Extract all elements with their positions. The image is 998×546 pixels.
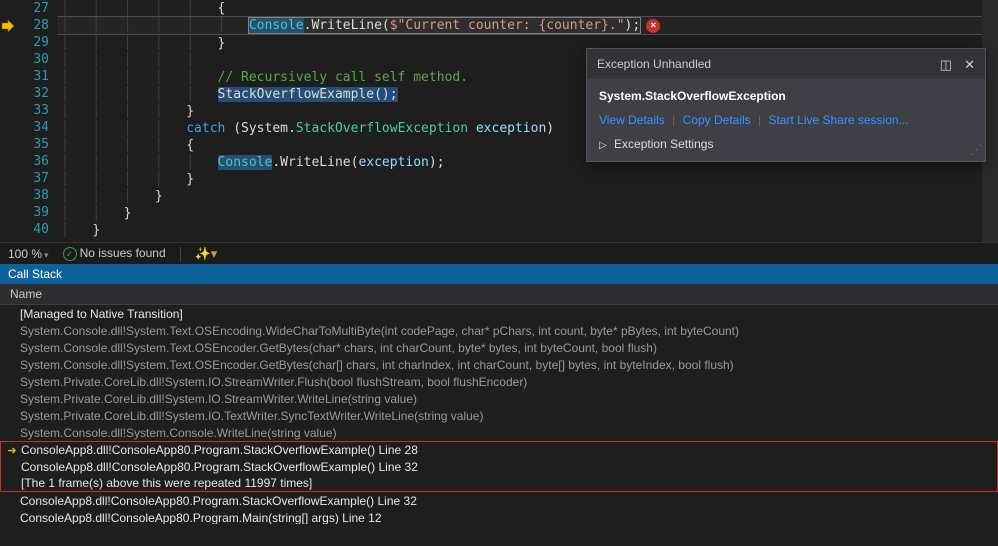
frame-indicator-icon: ➜: [5, 444, 19, 457]
line-number: 39: [19, 204, 49, 221]
local-var: exception: [476, 121, 546, 136]
brace-close: }: [124, 206, 132, 221]
line-number: 30: [19, 51, 49, 68]
stmt-end: );: [625, 18, 641, 33]
stack-frame-row[interactable]: ConsoleApp8.dll!ConsoleApp80.Program.Mai…: [0, 509, 998, 524]
line-number: 40: [19, 221, 49, 238]
stack-frame-text: ConsoleApp8.dll!ConsoleApp80.Program.Sta…: [19, 443, 418, 457]
stmt-end: );: [429, 155, 445, 170]
exception-settings-label: Exception Settings: [614, 137, 713, 151]
call-stack-column-header[interactable]: Name: [0, 284, 998, 305]
line-number: 33: [19, 102, 49, 119]
stack-frame-text: System.Private.CoreLib.dll!System.IO.Str…: [18, 392, 417, 406]
line-number-gutter: 2728293031323334353637383940: [19, 0, 57, 242]
view-details-link[interactable]: View Details: [599, 113, 665, 127]
link-separator: |: [672, 113, 675, 127]
type-name: StackOverflowException: [296, 121, 468, 136]
line-number: 35: [19, 136, 49, 153]
stack-frame-text: System.Console.dll!System.Text.OSEncoder…: [18, 341, 657, 355]
close-icon[interactable]: ✕: [964, 58, 975, 71]
editor-status-bar: 100 %▾ ✓No issues found ✨▾: [0, 242, 998, 264]
popup-links: View Details | Copy Details | Start Live…: [599, 113, 973, 127]
identifier-console: Console: [218, 155, 273, 170]
stack-frame-text: System.Private.CoreLib.dll!System.IO.Tex…: [18, 409, 483, 423]
paren: (: [225, 121, 241, 136]
method-call: .WriteLine(: [304, 18, 390, 33]
stack-frame-row[interactable]: ConsoleApp8.dll!ConsoleApp80.Program.Sta…: [0, 492, 998, 509]
line-number: 32: [19, 85, 49, 102]
stack-frame-row[interactable]: [Managed to Native Transition]: [0, 305, 998, 322]
brace-close: }: [186, 104, 194, 119]
arg-local: exception: [358, 155, 428, 170]
copy-details-link[interactable]: Copy Details: [683, 113, 751, 127]
code-editor[interactable]: 2728293031323334353637383940 │ │ │ │ │ {…: [0, 0, 998, 242]
exception-badge-icon[interactable]: ×: [646, 19, 660, 33]
divider: [180, 247, 181, 261]
line-number: 34: [19, 119, 49, 136]
stack-frame-text: ConsoleApp8.dll!ConsoleApp80.Program.Sta…: [18, 494, 417, 508]
glyph-margin: [0, 0, 19, 242]
line-number: 31: [19, 68, 49, 85]
line-number: 27: [19, 0, 49, 17]
stack-frame-row[interactable]: System.Private.CoreLib.dll!System.IO.Str…: [0, 373, 998, 390]
link-separator: |: [758, 113, 761, 127]
issues-label: No issues found: [80, 246, 166, 260]
current-statement-arrow-icon: [0, 17, 16, 34]
keyword-catch: catch: [186, 121, 225, 136]
brace-close: }: [155, 189, 163, 204]
line-number: 37: [19, 170, 49, 187]
line-number: 38: [19, 187, 49, 204]
stack-frame-row[interactable]: [The 1 frame(s) above this were repeated…: [0, 475, 998, 492]
exception-type-label: System.StackOverflowException: [599, 89, 973, 103]
comment: // Recursively call self method.: [218, 70, 468, 85]
code-cleanup-icon[interactable]: ✨▾: [195, 246, 218, 262]
line-number: 29: [19, 34, 49, 51]
caret-right-icon: ▷: [599, 140, 607, 151]
string-literal: $"Current counter: {counter}.": [390, 18, 625, 33]
brace-close: }: [92, 223, 100, 238]
brace-open: {: [218, 1, 226, 16]
error-status[interactable]: ✓No issues found: [63, 246, 166, 262]
stack-frame-row[interactable]: System.Private.CoreLib.dll!System.IO.Str…: [0, 390, 998, 407]
brace-open: {: [186, 138, 194, 153]
check-circle-icon: ✓: [63, 247, 77, 261]
stack-frame-text: [Managed to Native Transition]: [18, 307, 183, 321]
stack-frame-text: System.Console.dll!System.Text.OSEncoder…: [18, 358, 734, 372]
stack-frame-row[interactable]: ConsoleApp8.dll!ConsoleApp80.Program.Sta…: [0, 458, 998, 475]
popup-title: Exception Unhandled: [597, 57, 940, 71]
stack-frame-row[interactable]: ➜ConsoleApp8.dll!ConsoleApp80.Program.St…: [0, 441, 998, 458]
stack-frame-row[interactable]: System.Console.dll!System.Console.WriteL…: [0, 424, 998, 441]
line-number: 28: [19, 17, 49, 34]
method-call: .WriteLine(: [272, 155, 358, 170]
call-stack-title[interactable]: Call Stack: [0, 264, 998, 284]
resize-grip-icon[interactable]: ⋰: [970, 142, 981, 158]
brace-close: }: [186, 172, 194, 187]
stack-frame-text: System.Console.dll!System.Text.OSEncodin…: [18, 324, 739, 338]
stack-frame-text: ConsoleApp8.dll!ConsoleApp80.Program.Mai…: [18, 511, 382, 525]
zoom-level[interactable]: 100 %▾: [8, 247, 49, 261]
paren-close: ): [546, 121, 554, 136]
stack-frame-row[interactable]: System.Private.CoreLib.dll!System.IO.Tex…: [0, 407, 998, 424]
highlighted-call: StackOverflowExample();: [218, 87, 398, 102]
start-live-share-link[interactable]: Start Live Share session...: [768, 113, 908, 127]
exception-settings-toggle[interactable]: ▷ Exception Settings: [599, 137, 973, 151]
brace-close: }: [218, 36, 226, 51]
call-stack-rows[interactable]: [Managed to Native Transition] System.Con…: [0, 305, 998, 524]
stack-frame-row[interactable]: System.Console.dll!System.Text.OSEncoder…: [0, 356, 998, 373]
pin-icon[interactable]: ◫: [940, 58, 952, 71]
namespace: System.: [241, 121, 296, 136]
stack-frame-text: System.Console.dll!System.Console.WriteL…: [18, 426, 337, 440]
stack-frame-row[interactable]: System.Console.dll!System.Text.OSEncoder…: [0, 339, 998, 356]
exception-popup: Exception Unhandled ◫ ✕ System.StackOver…: [586, 48, 986, 162]
stack-frame-text: System.Private.CoreLib.dll!System.IO.Str…: [18, 375, 527, 389]
call-stack-panel: Call Stack Name [Managed to Native Trans…: [0, 264, 998, 524]
stack-frame-text: [The 1 frame(s) above this were repeated…: [19, 476, 312, 490]
line-number: 36: [19, 153, 49, 170]
stack-frame-row[interactable]: System.Console.dll!System.Text.OSEncodin…: [0, 322, 998, 339]
identifier-console: Console: [249, 18, 304, 33]
stack-frame-text: ConsoleApp8.dll!ConsoleApp80.Program.Sta…: [19, 460, 418, 474]
space: [468, 121, 476, 136]
